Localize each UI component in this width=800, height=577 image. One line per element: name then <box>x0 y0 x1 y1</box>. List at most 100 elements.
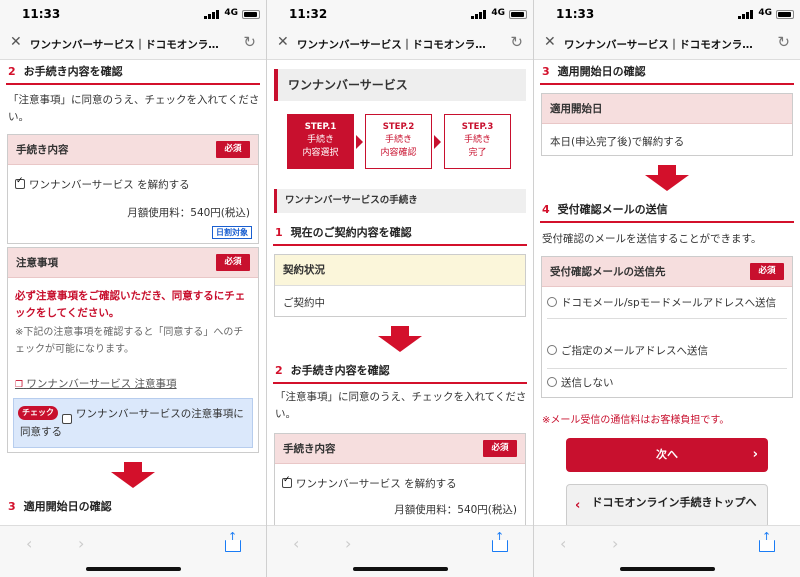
radio-icon[interactable] <box>547 297 557 307</box>
docomo-top-button[interactable]: ‹ ドコモオンライン手続きトップへ <box>566 484 768 525</box>
share-icon[interactable]: ↑ <box>492 530 508 552</box>
page-title: ワンナンバーサービス｜ドコモオンラ… <box>564 39 753 51</box>
battery-icon <box>776 10 794 19</box>
required-badge: 必須 <box>216 141 250 158</box>
down-arrow-icon <box>378 326 422 352</box>
step-1: STEP.1 手続き 内容選択 <box>287 114 354 169</box>
mail-box: 受付確認メールの送信先 必須 ドコモメール/spモードメールアドレスへ送信 ご指… <box>541 256 793 398</box>
screen-3: 11:33 4G ✕ ワンナンバーサービス｜ドコモオンラ… ↻ 3 適用開始日の確… <box>534 0 800 577</box>
notes-subtext: ※下記の注意事項を確認すると「同意する」へのチェックが可能になります。 <box>15 327 244 355</box>
signal-icon <box>204 10 220 19</box>
procedure-box: 手続き内容 必須 ワンナンバーサービス を解約する 月額使用料：540円(税込) <box>274 433 526 525</box>
url-bar: ✕ ワンナンバーサービス｜ドコモオンラ… ↻ <box>534 28 800 60</box>
procedure-header: 手続き内容 必須 <box>8 135 258 165</box>
required-badge: 必須 <box>750 263 784 280</box>
required-badge: 必須 <box>483 440 517 457</box>
notes-warning: 必ず注意事項をご確認いただき、同意するにチェックをしてください。 <box>15 290 246 319</box>
network-label: 4G <box>491 8 505 18</box>
down-arrow-icon <box>111 462 155 488</box>
procedure-title: ワンナンバーサービスの手続き <box>274 189 526 213</box>
screen-1: 11:33 4G ✕ ワンナンバーサービス｜ドコモオンラ… ↻ 2 お手続き内容を… <box>0 0 266 577</box>
mail-option-none[interactable]: 送信しない <box>547 375 787 390</box>
url-bar: ✕ ワンナンバーサービス｜ドコモオンラ… ↻ <box>0 28 266 60</box>
forward-icon[interactable]: › <box>345 534 351 553</box>
monthly-fee: 月額使用料：540円(税込) <box>394 504 517 516</box>
agree-panel[interactable]: チェック ワンナンバーサービスの注意事項に同意する <box>13 398 253 448</box>
share-icon[interactable]: ↑ <box>225 530 241 552</box>
start-date-value: 本日(申込完了後)で解約する <box>550 136 685 148</box>
forward-icon[interactable]: › <box>612 534 618 553</box>
service-checkbox[interactable]: ワンナンバーサービス を解約する <box>15 176 190 192</box>
mail-option-custom[interactable]: ご指定のメールアドレスへ送信 <box>547 343 787 369</box>
section-title-4: 4 受付確認メールの送信 <box>540 201 794 223</box>
agree-label: ワンナンバーサービスの注意事項に同意する <box>20 408 244 438</box>
share-icon[interactable]: ↑ <box>759 530 775 552</box>
notes-link[interactable]: ❐ ワンナンバーサービス 注意事項 <box>15 376 177 391</box>
page-title: ワンナンバーサービス｜ドコモオンラ… <box>30 39 219 51</box>
clock: 11:32 <box>289 7 328 21</box>
network-label: 4G <box>758 8 772 18</box>
network-label: 4G <box>224 8 238 18</box>
url-bar: ✕ ワンナンバーサービス｜ドコモオンラ… ↻ <box>267 28 533 60</box>
page-title: ワンナンバーサービス｜ドコモオンラ… <box>297 39 486 51</box>
fee-note: ※メール受信の通信料はお客様負担です。 <box>542 415 730 426</box>
status-bar: 11:33 4G <box>0 0 266 28</box>
checkbox-icon[interactable] <box>282 475 292 488</box>
reload-icon[interactable]: ↻ <box>777 33 790 51</box>
back-icon[interactable]: ‹ <box>560 534 566 553</box>
required-badge: 必須 <box>216 254 250 271</box>
close-icon[interactable]: ✕ <box>544 34 556 50</box>
mail-option-docomo[interactable]: ドコモメール/spモードメールアドレスへ送信 <box>547 295 787 319</box>
step-arrow-icon <box>356 135 363 149</box>
screen-2: 11:32 4G ✕ ワンナンバーサービス｜ドコモオンラ… ↻ ワンナンバーサー… <box>267 0 533 577</box>
notes-box: 注意事項 必須 必ず注意事項をご確認いただき、同意するにチェックをしてください。… <box>7 247 259 453</box>
home-indicator <box>353 567 448 571</box>
clock: 11:33 <box>556 7 595 21</box>
contract-value: ご契約中 <box>283 297 325 309</box>
procedure-header: 手続き内容 必須 <box>275 434 525 464</box>
start-date-header: 適用開始日 <box>542 94 792 124</box>
reload-icon[interactable]: ↻ <box>510 33 523 51</box>
link-icon: ❐ <box>15 380 24 390</box>
back-icon[interactable]: ‹ <box>293 534 299 553</box>
step-arrow-icon <box>434 135 441 149</box>
browser-toolbar: ‹ › ↑ <box>534 525 800 577</box>
monthly-fee: 月額使用料：540円(税込) <box>127 207 250 219</box>
next-button[interactable]: 次へ › <box>566 438 768 472</box>
section-2-text: 「注意事項」に同意のうえ、チェックを入れてください。 <box>275 391 527 420</box>
mail-header: 受付確認メールの送信先 必須 <box>542 257 792 287</box>
browser-toolbar: ‹ › ↑ <box>267 525 533 577</box>
status-bar: 11:33 4G <box>534 0 800 28</box>
home-indicator <box>620 567 715 571</box>
section-title-2: 2 お手続き内容を確認 <box>6 63 260 85</box>
signal-icon <box>471 10 487 19</box>
step-3: STEP.3 手続き 完了 <box>444 114 511 169</box>
section-title-2: 2 お手続き内容を確認 <box>273 362 527 384</box>
close-icon[interactable]: ✕ <box>277 34 289 50</box>
clock: 11:33 <box>22 7 61 21</box>
checkbox-icon[interactable] <box>15 176 25 189</box>
page-content: 2 お手続き内容を確認 「注意事項」に同意のうえ、チェックを入れてください。 手続… <box>0 61 266 525</box>
contract-box: 契約状況 ご契約中 <box>274 254 526 317</box>
forward-icon[interactable]: › <box>78 534 84 553</box>
chevron-right-icon: › <box>752 447 758 462</box>
browser-toolbar: ‹ › ↑ <box>0 525 266 577</box>
section-title-1: 1 現在のご契約内容を確認 <box>273 224 527 246</box>
close-icon[interactable]: ✕ <box>10 34 22 50</box>
service-checkbox[interactable]: ワンナンバーサービス を解約する <box>282 475 457 491</box>
radio-icon[interactable] <box>547 345 557 355</box>
section-title-3: 3 適用開始日の確認 <box>540 63 794 85</box>
section-title-3: 3 適用開始日の確認 <box>8 500 112 513</box>
page-content: 3 適用開始日の確認 適用開始日 本日(申込完了後)で解約する 4 受付確認メールの… <box>534 61 800 525</box>
back-icon[interactable]: ‹ <box>26 534 32 553</box>
reload-icon[interactable]: ↻ <box>243 33 256 51</box>
service-title: ワンナンバーサービス <box>274 69 526 101</box>
battery-icon <box>242 10 260 19</box>
signal-icon <box>738 10 754 19</box>
section-4-text: 受付確認のメールを送信することができます。 <box>542 233 762 245</box>
step-2: STEP.2 手続き 内容確認 <box>365 114 432 169</box>
page-content: ワンナンバーサービス STEP.1 手続き 内容選択 STEP.2 手続き 内容確認 S… <box>267 61 533 525</box>
chevron-left-icon: ‹ <box>575 498 581 513</box>
down-arrow-icon <box>645 165 689 191</box>
radio-icon[interactable] <box>547 377 557 387</box>
